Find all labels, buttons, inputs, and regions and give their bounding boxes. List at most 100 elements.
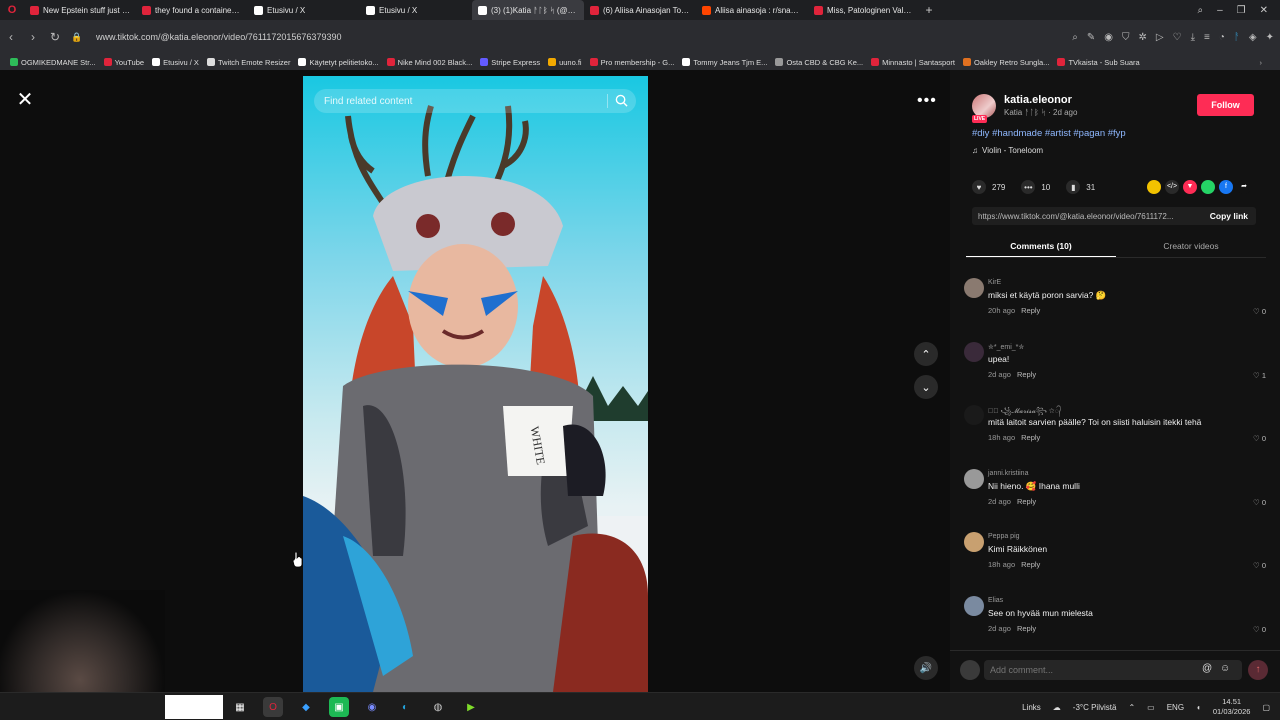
browser-tab[interactable]: Aliisa ainasoja : r/snappise [696,0,808,20]
bookmark-item[interactable]: Käytetyt pelitietoko... [294,58,382,67]
music-title[interactable]: Violin - Toneloom [982,146,1043,155]
tiktok-share-icon[interactable]: ▼ [1183,180,1197,194]
comment-like-button[interactable]: ♡ 0 [1253,434,1266,443]
bookmark-item[interactable]: Tommy Jeans Tjm E... [678,58,771,67]
commenter-avatar[interactable] [964,405,984,425]
files-taskbar-icon[interactable]: ◆ [296,697,316,717]
close-icon[interactable]: ✕ [14,90,36,112]
bookmark-item[interactable]: Stripe Express [476,58,544,67]
opera-logo-icon[interactable]: O [0,4,24,16]
tab-creator-videos[interactable]: Creator videos [1116,236,1266,257]
terminal-taskbar-icon[interactable]: ▶ [461,697,481,717]
mention-icon[interactable]: @ [1202,663,1212,674]
ai-icon[interactable]: ✦ [1266,32,1274,43]
embed-icon[interactable]: </> [1165,180,1179,194]
browser-tab[interactable]: Etusivu / X [360,0,472,20]
browser-tab[interactable]: Etusivu / X [248,0,360,20]
author-username[interactable]: katia.eleonor [1004,94,1077,106]
speaker-icon[interactable]: ◖ [1196,703,1201,712]
author-info[interactable]: LIVE katia.eleonor Katia ᚨᛚᛒ ᛋ · 2d ago [972,94,1077,123]
new-tab-button[interactable]: + [920,3,938,17]
commenter-username[interactable]: KirE [988,279,1001,286]
send-comment-button[interactable]: ↑ [1248,660,1268,680]
reply-button[interactable]: Reply [1021,560,1040,569]
bookmark-item[interactable]: uuno.fi [544,58,586,67]
close-window-icon[interactable]: ✕ [1260,5,1268,16]
browser-tab[interactable]: (6) Aliisa Ainasojan Toilail [584,0,696,20]
weather-text[interactable]: -3°C Pilvistä [1073,703,1117,712]
volume-icon[interactable]: 🔊 [914,656,938,680]
bookmark-item[interactable]: Minnasto | Santasport [867,58,959,67]
whatsapp-icon[interactable] [1201,180,1215,194]
comment-like-button[interactable]: ♡ 0 [1253,307,1266,316]
coin-icon[interactable] [1147,180,1161,194]
bookmark-item[interactable]: Twitch Emote Resizer [203,58,295,67]
network-icon[interactable]: ▭ [1147,703,1155,712]
commenter-username[interactable]: Peppa pig [988,533,1020,540]
commenter-username[interactable]: janni.kristiina [988,470,1028,477]
browser-tab[interactable]: Miss, Patologinen Valehte [808,0,920,20]
previous-video-button[interactable]: ⌃ [914,342,938,366]
copy-link-field[interactable]: https://www.tiktok.com/@katia.eleonor/vi… [972,207,1256,225]
clock[interactable]: 14.51 01/03/2026 [1213,697,1251,717]
download-icon[interactable]: ⤓ [1191,32,1195,43]
heart-icon[interactable]: ♡ [1173,32,1182,43]
opera-taskbar-icon[interactable]: O [263,697,283,717]
bookmark-item[interactable]: Etusivu / X [148,58,203,67]
next-video-button[interactable]: ⌄ [914,375,938,399]
follow-button[interactable]: Follow [1197,94,1254,116]
links-toolbar[interactable]: Links [1022,703,1041,712]
post-hashtags[interactable]: #diy #handmade #artist #pagan #fyp [972,128,1126,139]
comment-like-button[interactable]: ♡ 0 [1253,625,1266,634]
minimize-icon[interactable]: – [1217,5,1223,16]
camera-icon[interactable]: ◉ [1104,32,1113,43]
forward-icon[interactable]: › [22,30,44,44]
share-arrow-icon[interactable]: ➦ [1237,180,1251,194]
facebook-icon[interactable]: f [1219,180,1233,194]
spotify-taskbar-icon[interactable]: ▣ [329,697,349,717]
bookmark-item[interactable]: YouTube [100,58,148,67]
reply-button[interactable]: Reply [1017,370,1036,379]
reload-icon[interactable]: ↻ [44,30,66,44]
extensions-icon[interactable]: ✲ [1139,32,1147,43]
search-icon[interactable] [615,94,628,107]
related-search-input[interactable]: Find related content [314,89,636,113]
url-field[interactable]: www.tiktok.com/@katia.eleonor/video/7611… [96,32,341,42]
reply-button[interactable]: Reply [1017,497,1036,506]
back-icon[interactable]: ‹ [0,30,22,44]
author-avatar[interactable]: LIVE [972,94,996,123]
menu-icon[interactable]: ≡ [1204,32,1210,43]
bookmark-item[interactable]: Osta CBD & CBG Ke... [771,58,867,67]
commenter-avatar[interactable] [964,341,984,362]
edit-icon[interactable]: ✎ [1087,32,1095,43]
commenter-username[interactable]: Elias [988,597,1003,604]
reply-button[interactable]: Reply [1017,624,1036,633]
reply-button[interactable]: Reply [1021,306,1040,315]
browser-tab[interactable]: they found a container fill [136,0,248,20]
browser-tab[interactable]: (3) (1)Katia ᚨᛚᛒ ᛋ (@kati [472,0,584,20]
steam-taskbar-icon[interactable]: ◍ [428,697,448,717]
play-icon[interactable]: ▷ [1156,32,1164,43]
bookmark-item[interactable]: Nike Mind 002 Black... [383,58,477,67]
task-view-icon[interactable]: ▦ [230,697,250,717]
cube-icon[interactable]: ◈ [1249,32,1257,43]
commenter-avatar[interactable] [964,595,984,616]
search-tabs-icon[interactable]: ⌕ [1197,5,1203,16]
maximize-icon[interactable]: ❐ [1237,5,1246,16]
commenter-avatar[interactable] [964,278,984,298]
tab-comments[interactable]: Comments (10) [966,236,1116,257]
music-link[interactable]: ♫ Violin - Toneloom [972,146,1043,155]
commenter-username[interactable]: ✮*_emi_*✮ [988,343,1024,351]
video-player[interactable]: WHITE Find related content [303,76,648,692]
browser-tab[interactable]: New Epstein stuff just dro [24,0,136,20]
discord-taskbar-icon[interactable]: ◉ [362,697,382,717]
edge-taskbar-icon[interactable]: ◐ [395,697,415,717]
bookmark-item[interactable]: Oakley Retro Sungla... [959,58,1053,67]
comment-bubble-icon[interactable]: ••• [1021,180,1036,194]
shield-icon[interactable]: ⛉ [1122,32,1130,43]
emoji-icon[interactable]: ☺ [1220,663,1230,674]
comment-like-button[interactable]: ♡ 0 [1253,498,1266,507]
search-icon[interactable]: ⌕ [1072,32,1078,43]
bookmark-item[interactable]: OGMIKEDMANE Str... [6,58,100,67]
comment-like-button[interactable]: ♡ 1 [1253,371,1266,380]
